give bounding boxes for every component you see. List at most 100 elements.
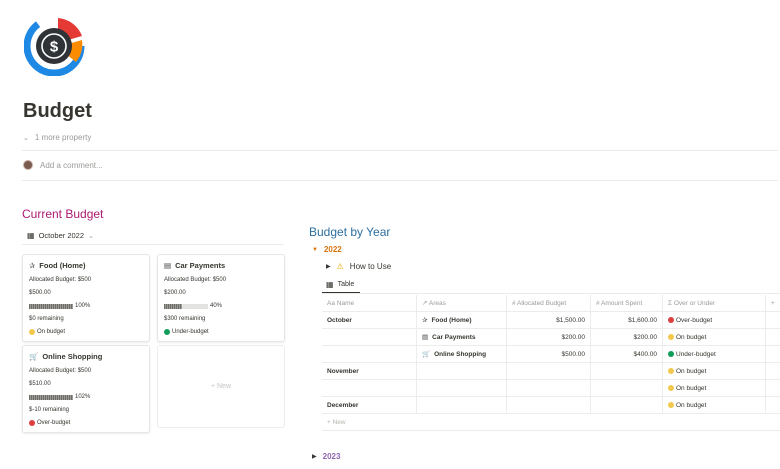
cell-spent[interactable] [591, 397, 663, 413]
table-row[interactable]: November On budget [322, 363, 780, 380]
triangle-right-icon: ▶ [312, 454, 317, 460]
comment-input[interactable]: Add a comment... [23, 160, 103, 170]
divider [22, 150, 778, 151]
comment-placeholder: Add a comment... [40, 160, 103, 170]
remaining: $300 remaining [164, 316, 206, 322]
toggle-2022[interactable]: ▼ 2022 [312, 245, 342, 254]
status-label: On budget [676, 333, 707, 341]
allocated-value: $200.00 [561, 333, 586, 341]
remaining: $-10 remaining [29, 407, 70, 413]
cell-spent[interactable]: $400.00 [591, 346, 663, 362]
status-label: On budget [676, 384, 707, 392]
status-dot [164, 329, 170, 335]
amount-spent: $200.00 [164, 290, 186, 296]
divider [22, 180, 778, 181]
cell-over-under[interactable]: On budget [663, 329, 766, 345]
cell-spent[interactable]: $200.00 [591, 329, 663, 345]
progress-bar [29, 394, 73, 400]
spent-value: $400.00 [633, 350, 658, 358]
table-row[interactable]: October ✰ Food (Home) $1,500.00 $1,600.00 Ove… [322, 312, 780, 329]
row-name: October [327, 316, 352, 324]
empty-cell [766, 329, 780, 345]
avatar [23, 160, 33, 170]
area-label: Food (Home) [431, 316, 472, 324]
amount-spent: $500.00 [29, 290, 51, 296]
status-dot [668, 317, 674, 323]
add-column-button[interactable]: + [766, 295, 780, 311]
cart-icon: 🛒 [29, 352, 39, 361]
col-header-allocated[interactable]: # Allocated Budget [507, 295, 591, 311]
cell-name[interactable] [322, 380, 417, 396]
month-label: October 2022 [38, 231, 85, 240]
warning-icon: ⚠ [336, 262, 344, 271]
more-property-label: 1 more property [34, 133, 92, 142]
cell-area[interactable] [417, 363, 507, 379]
table-icon: ▦ [326, 280, 334, 289]
year-label: 2022 [323, 245, 342, 254]
cell-allocated[interactable] [507, 363, 591, 379]
table-row[interactable]: ▤ Car Payments $200.00 $200.00 On budget [322, 329, 780, 346]
status-dot [668, 368, 674, 374]
budget-card-online[interactable]: 🛒 Online Shopping Allocated Budget: $500 … [22, 345, 150, 433]
cell-allocated[interactable]: $200.00 [507, 329, 591, 345]
col-header-spent[interactable]: # Amount Spent [591, 295, 663, 311]
new-row-label: + New [327, 418, 346, 426]
table-row[interactable]: On budget [322, 380, 780, 397]
cell-area[interactable] [417, 380, 507, 396]
toggle-2023[interactable]: ▶ 2023 [312, 452, 340, 461]
table-new-row[interactable]: + New [322, 414, 780, 431]
status-label: Over-budget [37, 420, 71, 426]
allocated-budget: Allocated Budget: $500 [29, 368, 92, 374]
status-dot [29, 420, 35, 426]
cell-spent[interactable]: $1,600.00 [591, 312, 663, 328]
card-title: Online Shopping [42, 352, 103, 361]
table-row[interactable]: December On budget [322, 397, 780, 414]
cell-allocated[interactable] [507, 380, 591, 396]
table-row[interactable]: 🛒 Online Shopping $500.00 $400.00 Under-budg… [322, 346, 780, 363]
col-header-areas[interactable]: ↗ Areas [417, 295, 507, 311]
cell-over-under[interactable]: Under-budget [663, 346, 766, 362]
cell-name[interactable]: December [322, 397, 417, 413]
cell-allocated[interactable]: $500.00 [507, 346, 591, 362]
chevron-down-icon: ⌄ [23, 134, 29, 142]
budget-table: Aa Name ↗ Areas # Allocated Budget # Amo… [322, 295, 780, 431]
status-dot [668, 334, 674, 340]
cell-name[interactable] [322, 329, 417, 345]
month-view-selector[interactable]: ▦ October 2022 ⌄ [27, 231, 94, 240]
cell-over-under[interactable]: On budget [663, 380, 766, 396]
cell-over-under[interactable]: On budget [663, 397, 766, 413]
divider [322, 293, 780, 294]
fork-icon: ✰ [29, 261, 36, 270]
new-card-button[interactable]: + New [157, 345, 285, 428]
status-label: Under-budget [676, 350, 716, 358]
progress-fill [29, 303, 73, 309]
progress-fill [29, 394, 73, 400]
budget-card-car[interactable]: ▤ Car Payments Allocated Budget: $500 $20… [157, 254, 285, 342]
cell-name[interactable]: October [322, 312, 417, 328]
cell-spent[interactable] [591, 363, 663, 379]
cell-name[interactable]: November [322, 363, 417, 379]
fork-icon: ✰ [422, 317, 428, 324]
budget-card-food[interactable]: ✰ Food (Home) Allocated Budget: $500 $500… [22, 254, 150, 342]
more-property-toggle[interactable]: ⌄ 1 more property [23, 133, 91, 142]
cell-over-under[interactable]: On budget [663, 363, 766, 379]
col-header-over-under[interactable]: Σ Over or Under [663, 295, 766, 311]
cell-area[interactable]: ✰ Food (Home) [417, 312, 507, 328]
cell-allocated[interactable] [507, 397, 591, 413]
cell-name[interactable] [322, 346, 417, 362]
card-title: Food (Home) [39, 261, 86, 270]
cell-area[interactable]: 🛒 Online Shopping [417, 346, 507, 362]
tab-table[interactable]: ▦ Table [326, 280, 354, 289]
empty-cell [766, 380, 780, 396]
budget-by-year-heading: Budget by Year [309, 225, 391, 239]
cell-area[interactable] [417, 397, 507, 413]
bus-icon: ▤ [164, 261, 172, 270]
col-header-name[interactable]: Aa Name [322, 295, 417, 311]
budget-logo-icon: $ [24, 15, 85, 76]
cell-spent[interactable] [591, 380, 663, 396]
toggle-how-to-use[interactable]: ▶ ⚠ How to Use [326, 262, 391, 271]
amount-spent: $510.00 [29, 381, 51, 387]
cell-over-under[interactable]: Over-budget [663, 312, 766, 328]
cell-area[interactable]: ▤ Car Payments [417, 329, 507, 345]
cell-allocated[interactable]: $1,500.00 [507, 312, 591, 328]
